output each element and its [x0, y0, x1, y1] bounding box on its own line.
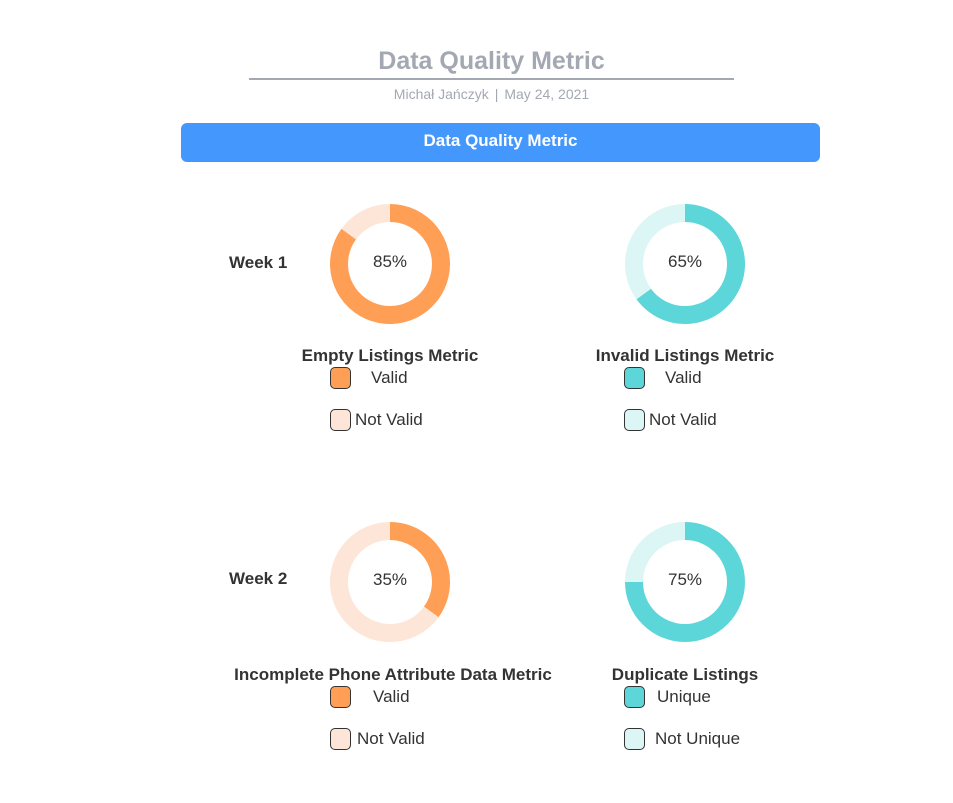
section-banner: Data Quality Metric [181, 123, 820, 162]
publish-date: May 24, 2021 [504, 86, 590, 102]
legend-swatch [330, 409, 351, 431]
legend-label: Not Valid [357, 729, 425, 748]
empty-listings-donut: 85% [328, 202, 452, 326]
donut-percent-label: 85% [372, 252, 408, 271]
legend-label: Valid [665, 368, 702, 387]
legend-label: Not Unique [655, 729, 741, 748]
legend-swatch [624, 367, 645, 389]
week-2-label: Week 2 [229, 569, 288, 588]
legend-label: Valid [373, 687, 410, 706]
title-underline [249, 78, 734, 80]
byline-separator: | [494, 86, 499, 102]
legend-label: Not Valid [355, 410, 423, 429]
byline: Michał Jańczyk | May 24, 2021 [249, 86, 734, 102]
donut-percent-label: 65% [667, 252, 703, 271]
legend-swatch [624, 409, 645, 431]
legend-label: Valid [371, 368, 408, 387]
legend-swatch [330, 728, 351, 750]
legend-swatch [624, 728, 645, 750]
chart-title: Incomplete Phone Attribute Data Metric [234, 665, 552, 684]
duplicate-listings-donut: 75% [623, 520, 747, 644]
legend-label: Unique [657, 687, 711, 706]
week-1-label: Week 1 [229, 253, 288, 272]
incomplete-phone-donut: 35% [328, 520, 452, 644]
invalid-listings-donut: 65% [623, 202, 747, 326]
chart-title: Empty Listings Metric [301, 346, 479, 365]
donut-percent-label: 35% [372, 570, 408, 589]
page-title: Data Quality Metric [378, 47, 605, 75]
legend-swatch [624, 686, 645, 708]
donut-percent-label: 75% [667, 570, 703, 589]
legend-swatch [330, 686, 351, 708]
legend-swatch [330, 367, 351, 389]
author-name: Michał Jańczyk [393, 86, 489, 102]
chart-title: Invalid Listings Metric [595, 346, 775, 365]
chart-title: Duplicate Listings [611, 665, 759, 684]
legend-label: Not Valid [649, 410, 717, 429]
